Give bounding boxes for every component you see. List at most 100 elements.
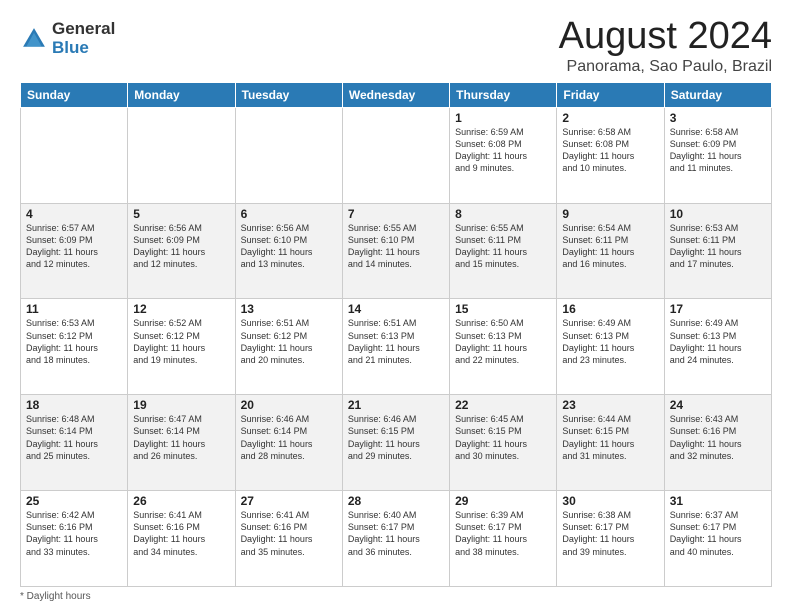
day-number: 9: [562, 207, 658, 221]
weekday-header-tuesday: Tuesday: [235, 82, 342, 107]
day-cell: 15Sunrise: 6:50 AM Sunset: 6:13 PM Dayli…: [450, 299, 557, 395]
week-row-4: 25Sunrise: 6:42 AM Sunset: 6:16 PM Dayli…: [21, 491, 772, 587]
day-info: Sunrise: 6:46 AM Sunset: 6:15 PM Dayligh…: [348, 413, 444, 462]
page: General Blue August 2024 Panorama, Sao P…: [0, 0, 792, 612]
day-number: 10: [670, 207, 766, 221]
day-info: Sunrise: 6:57 AM Sunset: 6:09 PM Dayligh…: [26, 222, 122, 271]
day-cell: 18Sunrise: 6:48 AM Sunset: 6:14 PM Dayli…: [21, 395, 128, 491]
day-info: Sunrise: 6:51 AM Sunset: 6:13 PM Dayligh…: [348, 317, 444, 366]
day-info: Sunrise: 6:43 AM Sunset: 6:16 PM Dayligh…: [670, 413, 766, 462]
day-cell: 14Sunrise: 6:51 AM Sunset: 6:13 PM Dayli…: [342, 299, 449, 395]
day-number: 5: [133, 207, 229, 221]
day-info: Sunrise: 6:53 AM Sunset: 6:12 PM Dayligh…: [26, 317, 122, 366]
day-number: 2: [562, 111, 658, 125]
calendar-table: SundayMondayTuesdayWednesdayThursdayFrid…: [20, 82, 772, 587]
day-number: 31: [670, 494, 766, 508]
day-cell: 19Sunrise: 6:47 AM Sunset: 6:14 PM Dayli…: [128, 395, 235, 491]
day-info: Sunrise: 6:59 AM Sunset: 6:08 PM Dayligh…: [455, 126, 551, 175]
day-cell: 30Sunrise: 6:38 AM Sunset: 6:17 PM Dayli…: [557, 491, 664, 587]
day-info: Sunrise: 6:58 AM Sunset: 6:08 PM Dayligh…: [562, 126, 658, 175]
day-number: 29: [455, 494, 551, 508]
day-cell: 1Sunrise: 6:59 AM Sunset: 6:08 PM Daylig…: [450, 107, 557, 203]
day-cell: [235, 107, 342, 203]
day-cell: 3Sunrise: 6:58 AM Sunset: 6:09 PM Daylig…: [664, 107, 771, 203]
day-info: Sunrise: 6:41 AM Sunset: 6:16 PM Dayligh…: [133, 509, 229, 558]
day-cell: 23Sunrise: 6:44 AM Sunset: 6:15 PM Dayli…: [557, 395, 664, 491]
day-cell: 26Sunrise: 6:41 AM Sunset: 6:16 PM Dayli…: [128, 491, 235, 587]
day-number: 17: [670, 302, 766, 316]
weekday-header-monday: Monday: [128, 82, 235, 107]
day-info: Sunrise: 6:58 AM Sunset: 6:09 PM Dayligh…: [670, 126, 766, 175]
day-number: 20: [241, 398, 337, 412]
day-number: 23: [562, 398, 658, 412]
weekday-header-saturday: Saturday: [664, 82, 771, 107]
day-number: 11: [26, 302, 122, 316]
logo-line1: General: [52, 20, 115, 39]
day-info: Sunrise: 6:44 AM Sunset: 6:15 PM Dayligh…: [562, 413, 658, 462]
day-cell: 10Sunrise: 6:53 AM Sunset: 6:11 PM Dayli…: [664, 203, 771, 299]
day-info: Sunrise: 6:46 AM Sunset: 6:14 PM Dayligh…: [241, 413, 337, 462]
day-number: 26: [133, 494, 229, 508]
day-info: Sunrise: 6:47 AM Sunset: 6:14 PM Dayligh…: [133, 413, 229, 462]
day-info: Sunrise: 6:55 AM Sunset: 6:10 PM Dayligh…: [348, 222, 444, 271]
logo-text: General Blue: [52, 20, 115, 57]
day-cell: [128, 107, 235, 203]
day-cell: 4Sunrise: 6:57 AM Sunset: 6:09 PM Daylig…: [21, 203, 128, 299]
day-info: Sunrise: 6:39 AM Sunset: 6:17 PM Dayligh…: [455, 509, 551, 558]
day-number: 8: [455, 207, 551, 221]
day-info: Sunrise: 6:38 AM Sunset: 6:17 PM Dayligh…: [562, 509, 658, 558]
day-cell: 24Sunrise: 6:43 AM Sunset: 6:16 PM Dayli…: [664, 395, 771, 491]
day-number: 16: [562, 302, 658, 316]
day-cell: 9Sunrise: 6:54 AM Sunset: 6:11 PM Daylig…: [557, 203, 664, 299]
day-number: 27: [241, 494, 337, 508]
day-cell: 12Sunrise: 6:52 AM Sunset: 6:12 PM Dayli…: [128, 299, 235, 395]
week-row-2: 11Sunrise: 6:53 AM Sunset: 6:12 PM Dayli…: [21, 299, 772, 395]
day-cell: 29Sunrise: 6:39 AM Sunset: 6:17 PM Dayli…: [450, 491, 557, 587]
day-cell: 2Sunrise: 6:58 AM Sunset: 6:08 PM Daylig…: [557, 107, 664, 203]
day-number: 18: [26, 398, 122, 412]
location-title: Panorama, Sao Paulo, Brazil: [559, 58, 772, 76]
weekday-header-wednesday: Wednesday: [342, 82, 449, 107]
day-number: 4: [26, 207, 122, 221]
title-block: August 2024 Panorama, Sao Paulo, Brazil: [559, 16, 772, 76]
day-cell: 21Sunrise: 6:46 AM Sunset: 6:15 PM Dayli…: [342, 395, 449, 491]
day-cell: 28Sunrise: 6:40 AM Sunset: 6:17 PM Dayli…: [342, 491, 449, 587]
day-cell: [342, 107, 449, 203]
day-cell: 7Sunrise: 6:55 AM Sunset: 6:10 PM Daylig…: [342, 203, 449, 299]
day-info: Sunrise: 6:53 AM Sunset: 6:11 PM Dayligh…: [670, 222, 766, 271]
day-cell: 8Sunrise: 6:55 AM Sunset: 6:11 PM Daylig…: [450, 203, 557, 299]
day-info: Sunrise: 6:49 AM Sunset: 6:13 PM Dayligh…: [670, 317, 766, 366]
footer-note-text: Daylight hours: [27, 591, 91, 602]
footer-note: * Daylight hours: [20, 591, 772, 602]
day-info: Sunrise: 6:54 AM Sunset: 6:11 PM Dayligh…: [562, 222, 658, 271]
day-number: 25: [26, 494, 122, 508]
day-number: 1: [455, 111, 551, 125]
day-cell: 22Sunrise: 6:45 AM Sunset: 6:15 PM Dayli…: [450, 395, 557, 491]
day-number: 30: [562, 494, 658, 508]
day-cell: [21, 107, 128, 203]
day-number: 22: [455, 398, 551, 412]
day-number: 21: [348, 398, 444, 412]
day-cell: 31Sunrise: 6:37 AM Sunset: 6:17 PM Dayli…: [664, 491, 771, 587]
day-number: 12: [133, 302, 229, 316]
logo-icon: [20, 25, 48, 53]
weekday-header-friday: Friday: [557, 82, 664, 107]
day-number: 24: [670, 398, 766, 412]
day-cell: 16Sunrise: 6:49 AM Sunset: 6:13 PM Dayli…: [557, 299, 664, 395]
day-info: Sunrise: 6:48 AM Sunset: 6:14 PM Dayligh…: [26, 413, 122, 462]
day-cell: 6Sunrise: 6:56 AM Sunset: 6:10 PM Daylig…: [235, 203, 342, 299]
logo-line2: Blue: [52, 39, 115, 58]
header: General Blue August 2024 Panorama, Sao P…: [20, 16, 772, 76]
day-number: 6: [241, 207, 337, 221]
day-number: 14: [348, 302, 444, 316]
day-info: Sunrise: 6:37 AM Sunset: 6:17 PM Dayligh…: [670, 509, 766, 558]
day-number: 7: [348, 207, 444, 221]
day-cell: 13Sunrise: 6:51 AM Sunset: 6:12 PM Dayli…: [235, 299, 342, 395]
day-info: Sunrise: 6:56 AM Sunset: 6:09 PM Dayligh…: [133, 222, 229, 271]
day-number: 3: [670, 111, 766, 125]
day-info: Sunrise: 6:41 AM Sunset: 6:16 PM Dayligh…: [241, 509, 337, 558]
day-info: Sunrise: 6:40 AM Sunset: 6:17 PM Dayligh…: [348, 509, 444, 558]
weekday-header-thursday: Thursday: [450, 82, 557, 107]
day-number: 19: [133, 398, 229, 412]
day-number: 28: [348, 494, 444, 508]
